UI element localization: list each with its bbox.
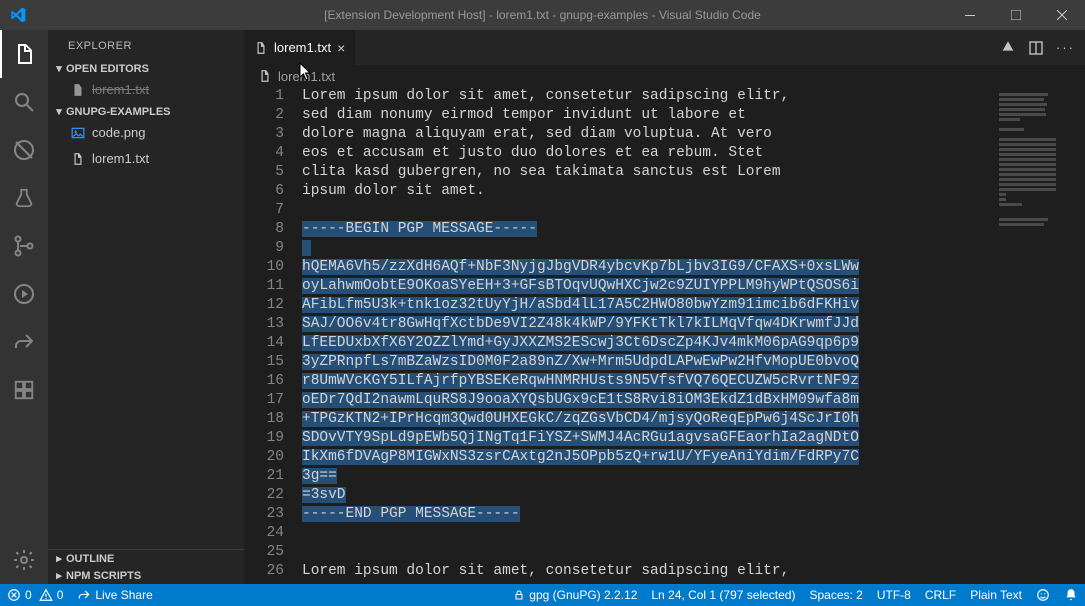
editor-action-split-icon[interactable] [1028,40,1044,56]
window-maximize-button[interactable] [993,0,1039,30]
project-label: GNUPG-EXAMPLES [66,106,171,118]
file-icon [258,69,272,83]
project-header[interactable]: ▾ GNUPG-EXAMPLES [48,103,244,120]
status-bell-icon[interactable] [1057,588,1085,602]
status-bar: 0 0 Live Share gpg (GnuPG) 2.2.12 Ln 24,… [0,584,1085,606]
code-content[interactable]: Lorem ipsum dolor sit amet, consetetur s… [302,87,995,584]
activity-scm-icon[interactable] [0,222,48,270]
status-language[interactable]: Plain Text [963,588,1029,602]
tab-label: lorem1.txt [274,40,331,55]
status-feedback-icon[interactable] [1029,588,1057,602]
vscode-icon [0,7,35,23]
window-close-button[interactable] [1039,0,1085,30]
open-editors-label: OPEN EDITORS [66,63,149,75]
status-live-share[interactable]: Live Share [70,584,159,606]
open-editor-item-label: lorem1.txt [92,79,149,101]
activity-extensions-icon[interactable] [0,366,48,414]
activity-search-icon[interactable] [0,78,48,126]
file-row-code-png[interactable]: code.png [48,120,244,146]
status-gpg[interactable]: gpg (GnuPG) 2.2.12 [506,588,644,602]
editor-area: lorem1.txt × ··· lorem1.txt 123456789101… [244,30,1085,584]
open-editor-item[interactable]: lorem1.txt [48,77,244,103]
tab-close-icon[interactable]: × [337,40,345,56]
window-title: [Extension Development Host] - lorem1.tx… [324,8,761,22]
breadcrumb-label: lorem1.txt [278,69,335,84]
activity-settings-icon[interactable] [0,536,48,584]
npm-scripts-header[interactable]: ▸ NPM SCRIPTS [48,567,244,584]
activity-explorer-icon[interactable] [0,30,48,78]
title-bar: [Extension Development Host] - lorem1.tx… [0,0,1085,30]
file-icon [70,151,86,167]
chevron-right-icon: ▸ [52,552,66,565]
status-cursor-position[interactable]: Ln 24, Col 1 (797 selected) [644,588,802,602]
activity-debug-icon[interactable] [0,126,48,174]
outline-label: OUTLINE [66,553,114,565]
sidebar-explorer: EXPLORER ▾ OPEN EDITORS lorem1.txt ▾ GNU… [48,30,244,584]
status-errors[interactable]: 0 [0,584,39,606]
minimap[interactable] [995,87,1085,584]
file-label: lorem1.txt [92,148,149,170]
chevron-right-icon: ▸ [52,569,66,582]
activity-test-icon[interactable] [0,174,48,222]
editor-body[interactable]: 1234567891011121314151617181920212223242… [244,87,1085,584]
activity-bar [0,30,48,584]
status-warnings[interactable]: 0 [39,584,71,606]
status-eol[interactable]: CRLF [918,588,963,602]
editor-action-color-icon[interactable] [1000,40,1016,56]
chevron-down-icon: ▾ [52,62,66,75]
tab-lorem1[interactable]: lorem1.txt × [244,30,356,65]
chevron-down-icon: ▾ [52,105,66,118]
open-editors-header[interactable]: ▾ OPEN EDITORS [48,60,244,77]
npm-label: NPM SCRIPTS [66,570,141,582]
sidebar-title: EXPLORER [48,30,244,60]
file-row-lorem1-txt[interactable]: lorem1.txt [48,146,244,172]
line-number-gutter: 1234567891011121314151617181920212223242… [244,87,302,584]
file-icon [254,41,268,55]
breadcrumb[interactable]: lorem1.txt [244,65,1085,87]
status-indentation[interactable]: Spaces: 2 [802,588,869,602]
image-icon [70,125,86,141]
window-minimize-button[interactable] [947,0,993,30]
activity-share-icon[interactable] [0,318,48,366]
tab-bar: lorem1.txt × ··· [244,30,1085,65]
editor-action-more-icon[interactable]: ··· [1056,40,1075,55]
activity-run-icon[interactable] [0,270,48,318]
file-icon [70,82,86,98]
outline-header[interactable]: ▸ OUTLINE [48,550,244,567]
file-label: code.png [92,122,146,144]
status-encoding[interactable]: UTF-8 [870,588,918,602]
